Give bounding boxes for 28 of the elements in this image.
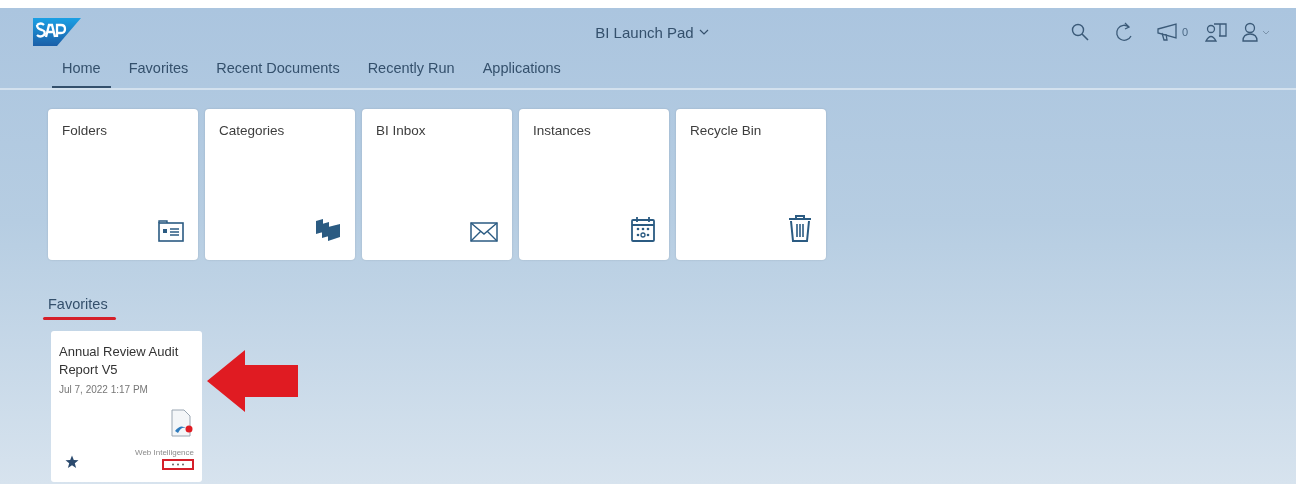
- folder-card-icon: [158, 220, 184, 242]
- trash-can-icon: [788, 214, 812, 242]
- logo-icon: [33, 18, 81, 46]
- document-card[interactable]: Annual Review Audit Report V5 Jul 7, 2022 1:17 PM Web Intelligence: [51, 331, 202, 482]
- document-type: Web Intelligence: [135, 448, 194, 457]
- tile[interactable]: Folders: [48, 109, 198, 260]
- tile[interactable]: Instances: [519, 109, 669, 260]
- tab[interactable]: Home: [52, 56, 111, 88]
- stacked-folders-icon: [315, 218, 341, 242]
- more-icon: [171, 463, 185, 466]
- star-icon[interactable]: [65, 455, 79, 469]
- calendar-icon: [631, 216, 655, 242]
- tile[interactable]: Categories: [205, 109, 355, 260]
- tab[interactable]: Recent Documents: [206, 56, 350, 88]
- tile[interactable]: Recycle Bin: [676, 109, 826, 260]
- envelope-icon: [470, 222, 498, 242]
- tab[interactable]: Recently Run: [357, 56, 465, 88]
- document-title: Annual Review Audit Report V5: [59, 343, 180, 379]
- document-date: Jul 7, 2022 1:17 PM: [59, 384, 149, 395]
- document-icon: [171, 409, 193, 437]
- title-menu-button[interactable]: BI Launch Pad: [587, 23, 709, 41]
- more-button[interactable]: [162, 459, 194, 470]
- tab[interactable]: Favorites: [118, 56, 199, 88]
- caret-icon: [698, 29, 709, 35]
- tab[interactable]: Applications: [472, 56, 571, 88]
- section-heading: Favorites: [48, 296, 108, 312]
- tile[interactable]: BI Inbox: [362, 109, 512, 260]
- notification-count: 0: [1181, 26, 1188, 38]
